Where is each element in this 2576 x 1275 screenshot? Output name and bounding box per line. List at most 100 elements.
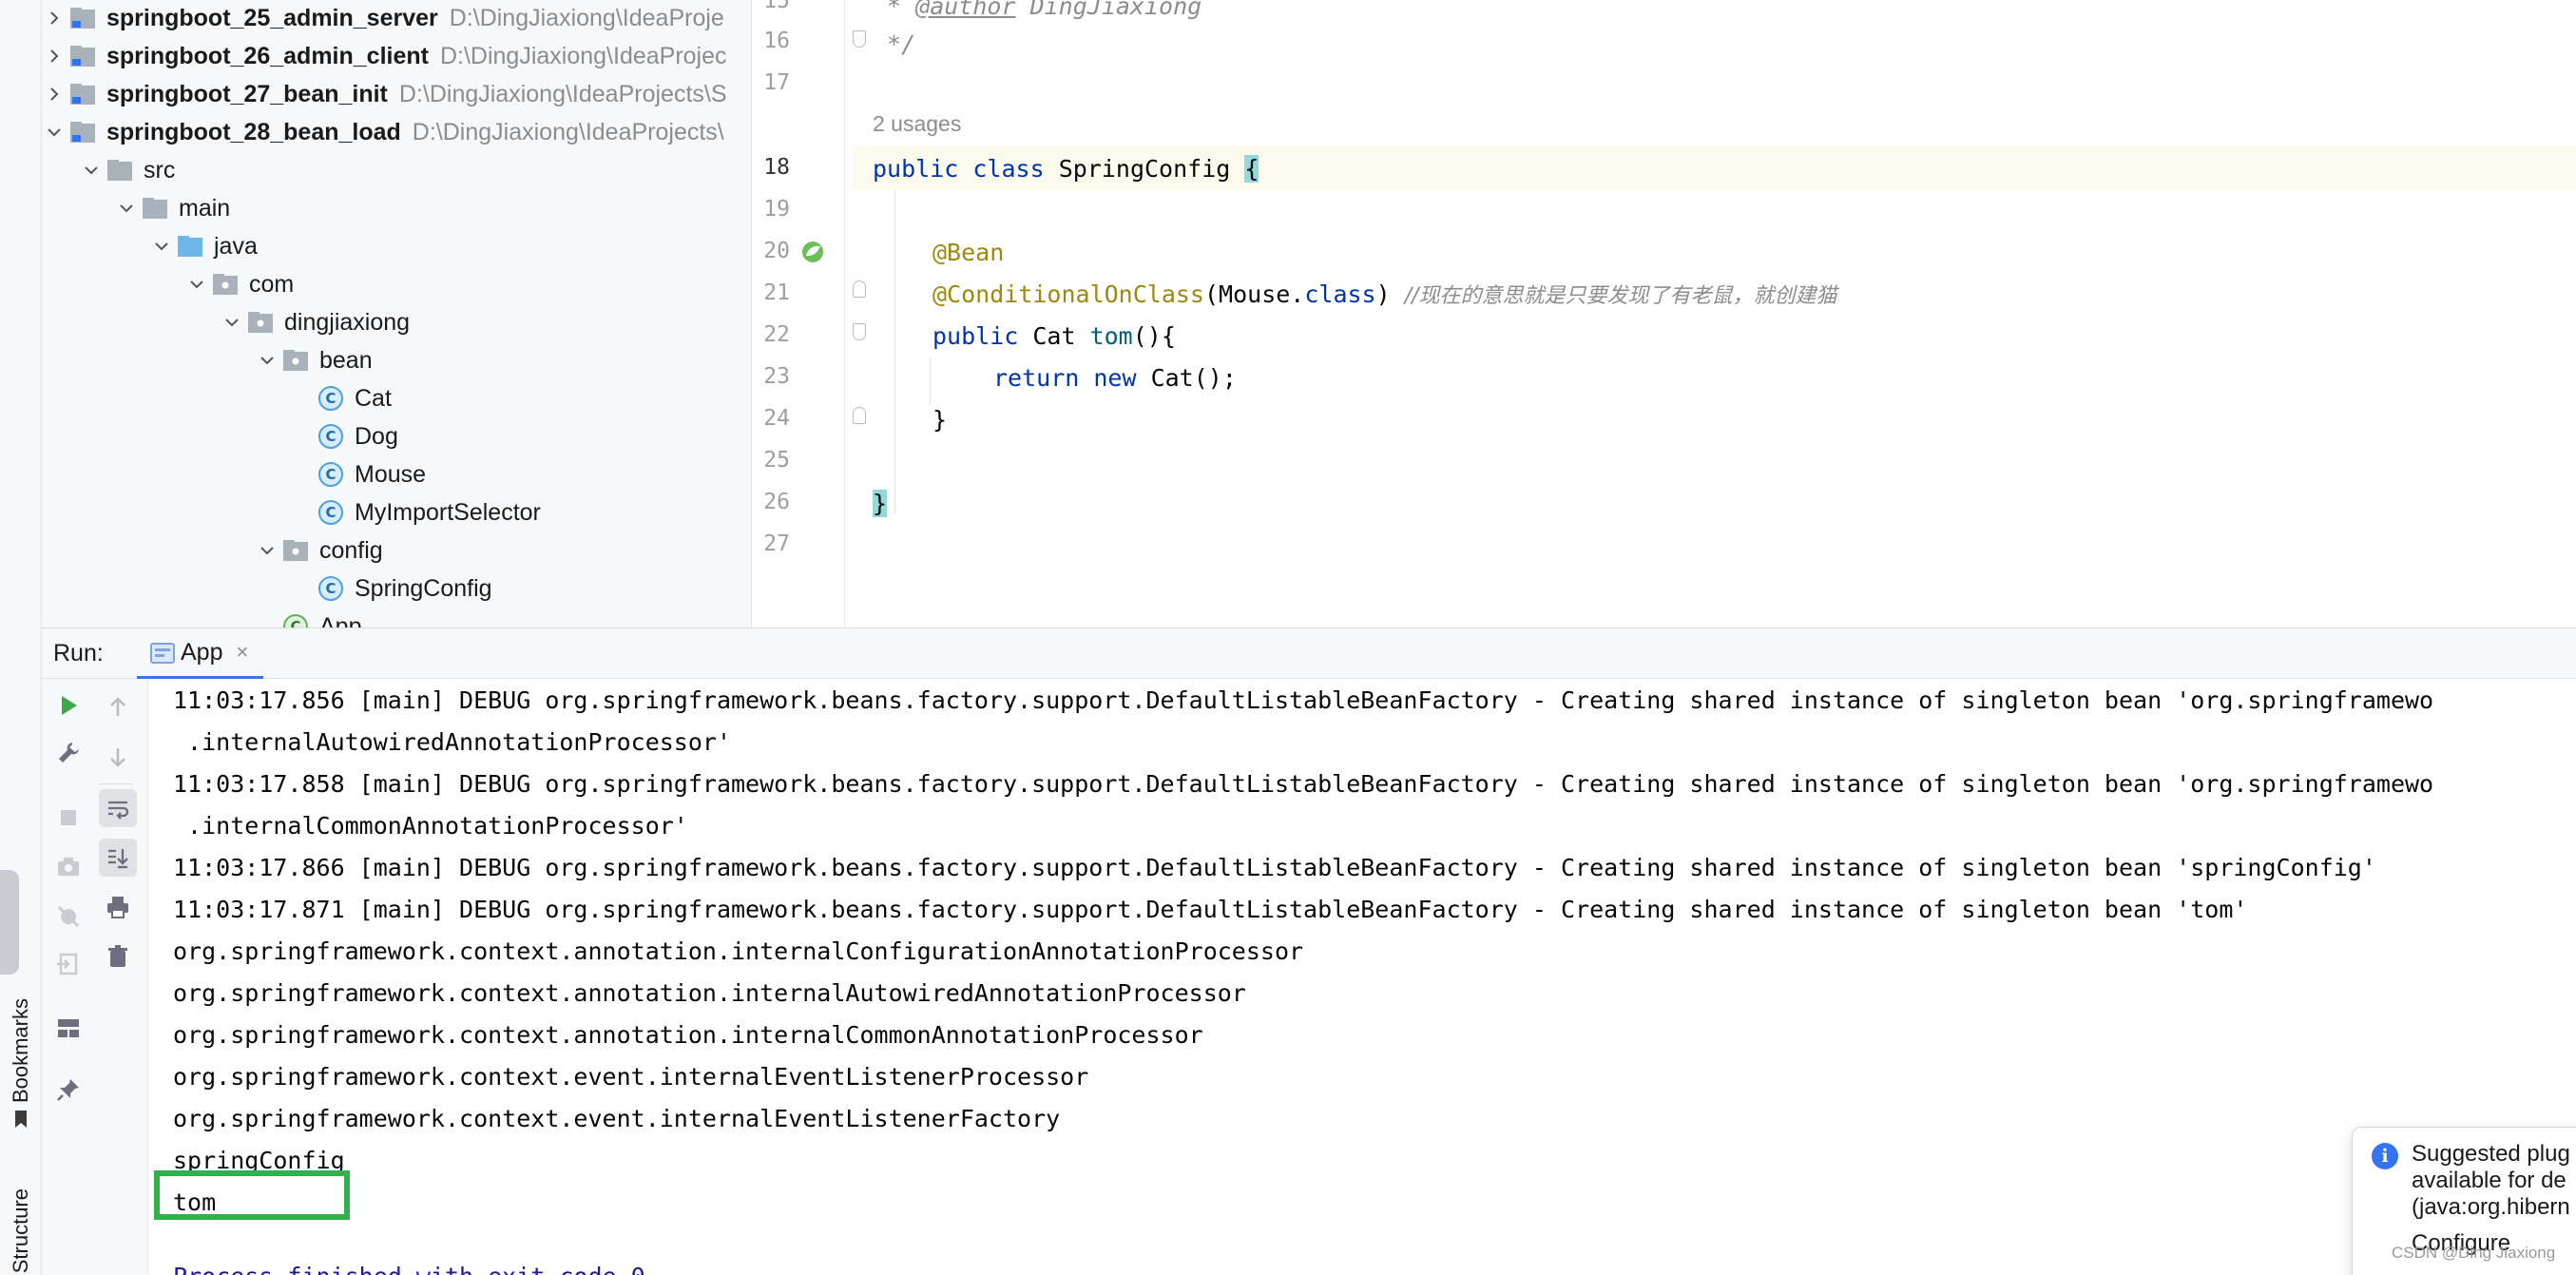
tree-item-folder[interactable]: main [114,189,230,227]
clear-all-button[interactable] [99,937,137,976]
console-line: 11:03:17.856 [main] DEBUG org.springfram… [173,686,2434,714]
fold-marker[interactable] [853,323,866,340]
indent-guide [894,190,895,513]
debug-settings-button[interactable] [49,898,87,936]
tree-item-folder[interactable]: src [79,151,175,189]
line-number: 27 [763,531,790,556]
line-number: 18 [763,155,790,180]
structure-tool-tab[interactable]: Structure [4,1188,38,1273]
arrow-down-icon [110,748,125,767]
line-number: 21 [763,280,790,305]
tree-item-label: springboot_27_bean_init [106,80,388,107]
notification-line: (java:org.hibern [2412,1194,2570,1220]
notification-text: Suggested plug available for de (java:or… [2412,1141,2576,1257]
chevron-down-icon[interactable] [184,276,209,293]
tree-item-package[interactable]: bean [255,341,373,379]
bug-gear-icon [57,905,80,928]
matched-brace: } [873,489,888,517]
tree-item-class[interactable]: C MyImportSelector [315,493,541,531]
trash-icon [108,945,127,967]
line-number: 15 [763,0,790,13]
chevron-down-icon[interactable] [220,314,244,331]
spring-bean-icon[interactable] [798,238,827,266]
soft-wrap-button[interactable] [99,789,137,827]
tree-item-module[interactable]: springboot_27_bean_init D:\DingJiaxiong\… [42,75,727,113]
tree-item-package[interactable]: com [184,265,294,303]
tree-item-path: D:\DingJiaxiong\IdeaProje [449,4,724,31]
code-line: * @author DingJiaxiong [873,0,1201,25]
layout-icon [58,1019,79,1037]
print-icon [107,897,128,918]
tree-item-label: Dog [355,422,398,450]
chevron-right-icon[interactable] [42,48,67,65]
code-editor[interactable]: 15 16 17 18 19 20 21 22 23 24 25 26 27 *… [751,0,2576,628]
tree-item-class[interactable]: C SpringConfig [315,570,492,608]
line-number: 24 [763,406,790,431]
tree-item-class[interactable]: C App [279,608,361,628]
line-number: 22 [763,322,790,347]
code-text: Cat(); [1136,363,1237,392]
fold-marker[interactable] [853,280,866,298]
folder-icon [104,158,136,183]
console-output[interactable]: 11:03:17.856 [main] DEBUG org.springfram… [148,679,2576,1275]
pin-icon [57,1079,79,1101]
code-text: (Mouse. [1203,280,1305,308]
tree-item-class[interactable]: C Cat [315,379,392,417]
pin-tab-button[interactable] [49,1071,87,1109]
gutter-separator [844,0,845,628]
chevron-down-icon[interactable] [42,124,67,141]
scroll-up-button[interactable] [99,688,137,726]
stop-button[interactable] [49,799,87,837]
tree-item-label: java [214,232,258,260]
scroll-down-button[interactable] [99,738,137,776]
run-config-icon [150,643,175,664]
code-line: public class SpringConfig { [873,149,1259,187]
exit-button[interactable] [49,945,87,983]
console-line: .internalAutowiredAnnotationProcessor' [173,727,731,756]
bookmarks-tool-tab[interactable]: Bookmarks [4,998,38,1130]
code-line: @ConditionalOnClass (Mouse. class) //现在的意思… [932,275,1837,313]
code-text: } [932,405,948,434]
rerun-button[interactable] [49,686,87,724]
chevron-down-icon[interactable] [255,542,279,559]
folder-icon [139,196,171,221]
dump-threads-button[interactable] [49,848,87,886]
javadoc-text: DingJiaxiong [1015,0,1202,20]
scroll-to-end-button[interactable] [99,839,137,877]
spring-app-icon: C [279,614,312,628]
tree-item-source-root[interactable]: java [149,227,258,265]
tree-item-package[interactable]: config [255,531,383,570]
chevron-down-icon[interactable] [79,162,104,179]
run-tab-app[interactable]: App × [137,628,264,680]
run-tool-window-header: Run: App × [42,628,2576,680]
chevron-down-icon[interactable] [149,238,174,255]
print-button[interactable] [99,888,137,926]
tree-item-class[interactable]: C Mouse [315,455,426,493]
tree-item-class[interactable]: C Dog [315,417,398,455]
package-icon [244,310,277,335]
usages-hint[interactable]: 2 usages [873,111,961,137]
edit-configuration-button[interactable] [49,734,87,772]
tree-item-module-expanded[interactable]: springboot_28_bean_load D:\DingJiaxiong\… [42,113,724,151]
chevron-down-icon[interactable] [114,200,139,217]
line-number: 25 [763,448,790,473]
fold-marker[interactable] [853,407,866,424]
chevron-right-icon[interactable] [42,86,67,103]
tree-item-path: D:\DingJiaxiong\IdeaProjects\ [412,118,724,145]
play-icon [62,696,77,715]
class-name: SpringConfig [1044,154,1245,183]
tree-item-package[interactable]: dingjiaxiong [220,303,410,341]
chevron-down-icon[interactable] [255,352,279,369]
layout-button[interactable] [49,1009,87,1047]
wrench-icon [59,743,79,763]
tree-item-module[interactable]: springboot_25_admin_server D:\DingJiaxio… [42,0,724,37]
keyword: new [1093,363,1137,392]
tree-item-module[interactable]: springboot_26_admin_client D:\DingJiaxio… [42,37,727,75]
soft-wrap-icon [108,801,129,820]
fold-marker[interactable] [853,30,866,48]
notification-line: Suggested plug [2412,1141,2570,1167]
tree-item-label: App [319,612,362,628]
close-icon[interactable]: × [236,640,248,665]
chevron-right-icon[interactable] [42,10,67,27]
toolbar-separator [99,783,133,784]
